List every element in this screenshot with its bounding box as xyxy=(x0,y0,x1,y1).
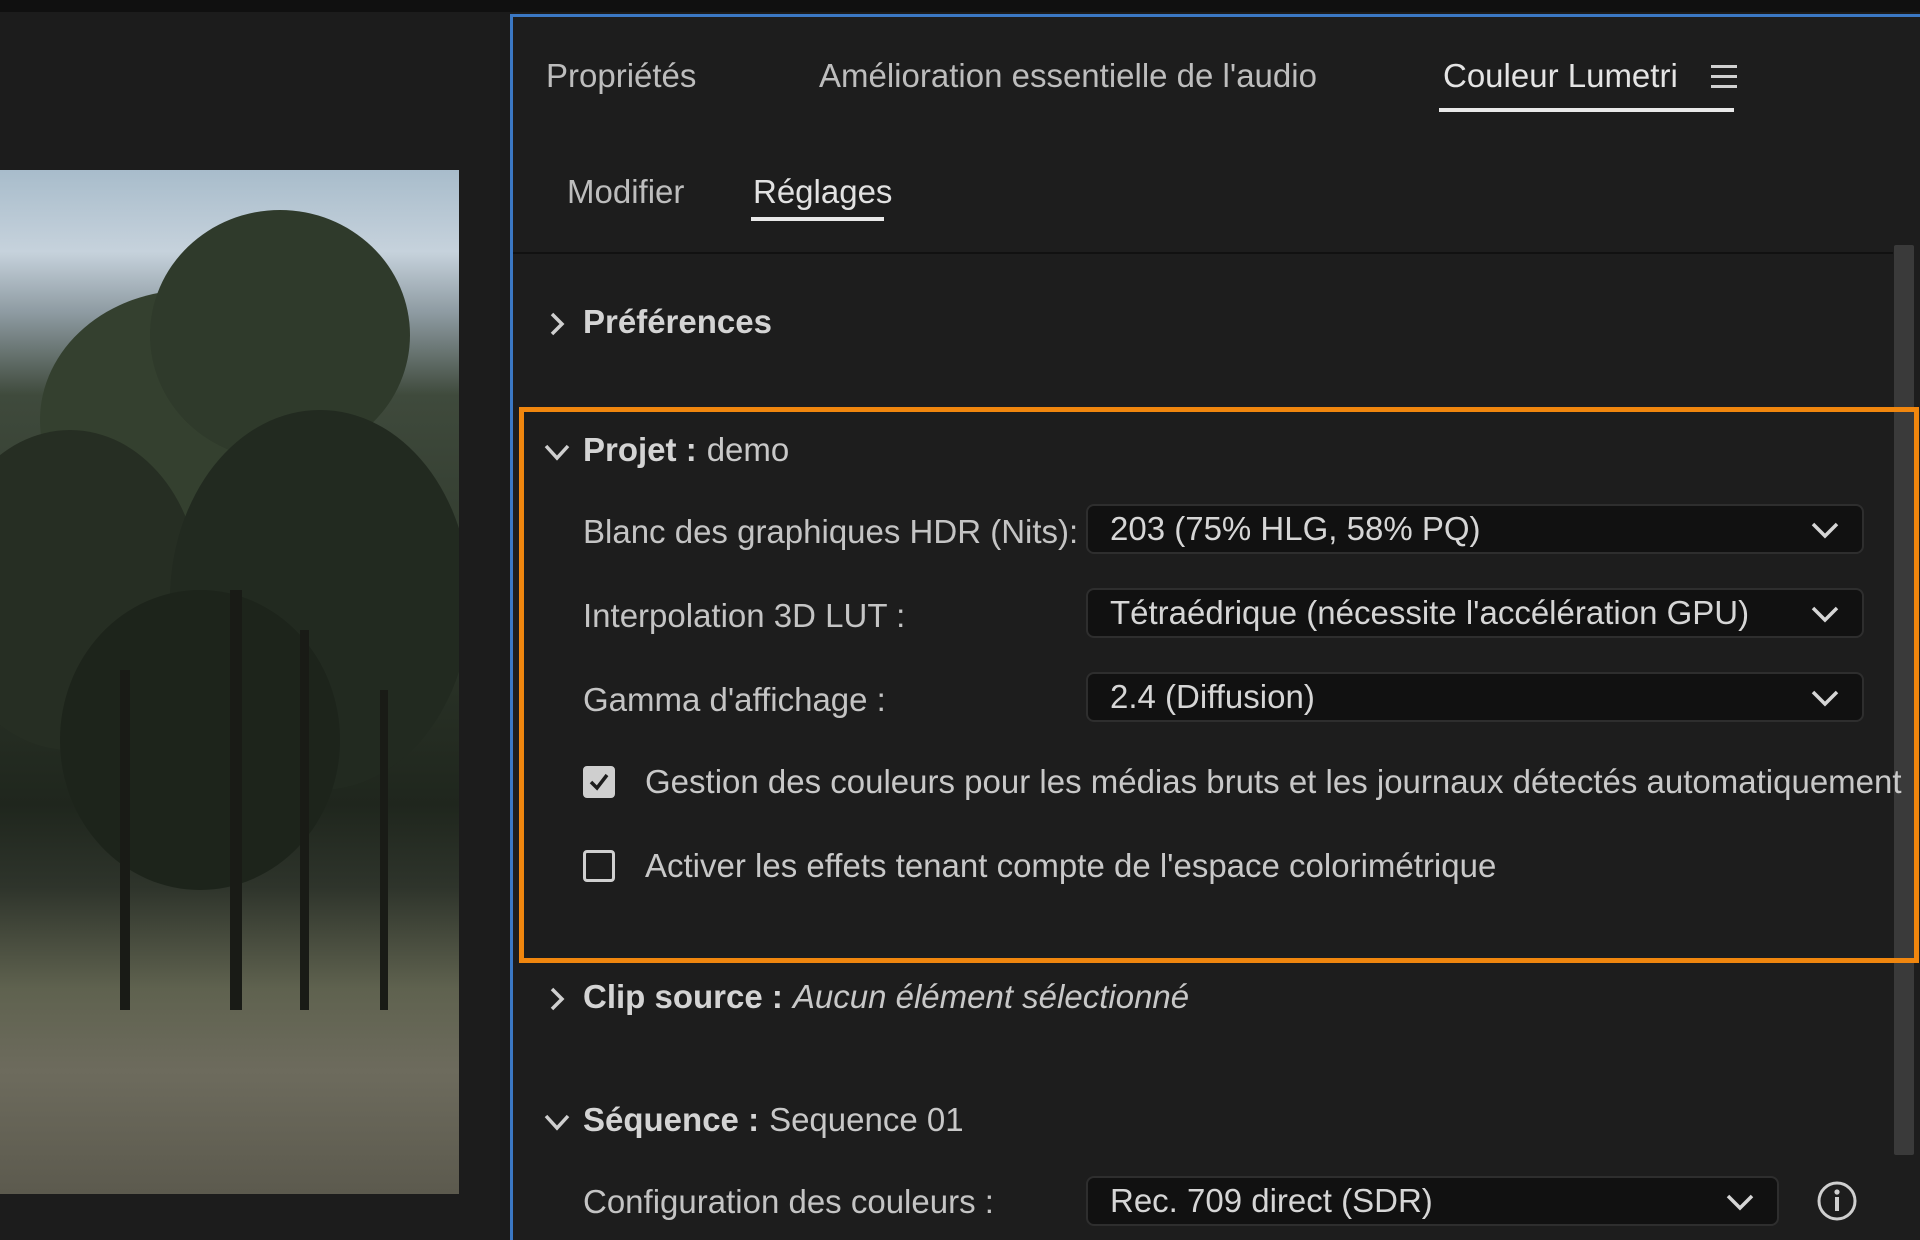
tab-proprietes[interactable]: Propriétés xyxy=(546,57,696,95)
section-sequence-title: Séquence : xyxy=(583,1101,760,1138)
checkmark-icon xyxy=(589,773,609,791)
subtab-modifier[interactable]: Modifier xyxy=(567,173,684,211)
section-preferences-title: Préférences xyxy=(583,303,772,340)
active-tab-underline xyxy=(1439,108,1734,112)
section-preferences[interactable]: Préférences xyxy=(543,303,772,341)
chevron-down-icon xyxy=(1726,1194,1754,1211)
tab-couleur-lumetri[interactable]: Couleur Lumetri xyxy=(1443,57,1678,95)
program-monitor xyxy=(0,12,500,1240)
chevron-down-icon xyxy=(543,1106,571,1134)
chevron-right-icon xyxy=(543,308,571,336)
hdr-white-dropdown[interactable]: 203 (75% HLG, 58% PQ) xyxy=(1086,504,1864,554)
color-config-value: Rec. 709 direct (SDR) xyxy=(1110,1182,1433,1219)
top-bar xyxy=(0,0,1920,12)
color-aware-label: Activer les effets tenant compte de l'es… xyxy=(645,847,1497,884)
section-sequence[interactable]: Séquence : Sequence 01 xyxy=(543,1101,964,1139)
tab-amelioration-audio[interactable]: Amélioration essentielle de l'audio xyxy=(819,57,1317,95)
section-project-name: demo xyxy=(706,431,790,468)
info-icon[interactable] xyxy=(1816,1180,1858,1222)
gamma-label: Gamma d'affichage : xyxy=(583,681,886,718)
color-config-dropdown[interactable]: Rec. 709 direct (SDR) xyxy=(1086,1176,1779,1226)
divider xyxy=(513,252,1893,254)
chevron-down-icon xyxy=(1811,690,1839,707)
lumetri-color-panel: Propriétés Amélioration essentielle de l… xyxy=(510,14,1920,1240)
gamma-dropdown[interactable]: 2.4 (Diffusion) xyxy=(1086,672,1864,722)
section-project-title: Projet : xyxy=(583,431,697,468)
hdr-white-value: 203 (75% HLG, 58% PQ) xyxy=(1110,510,1481,547)
section-project[interactable]: Projet : demo xyxy=(543,431,789,469)
auto-color-management-option[interactable]: Gestion des couleurs pour les médias bru… xyxy=(583,763,1902,801)
chevron-down-icon xyxy=(543,436,571,464)
panel-tabs: Propriétés Amélioration essentielle de l… xyxy=(513,17,1920,117)
auto-color-checkbox[interactable] xyxy=(583,766,615,798)
chevron-down-icon xyxy=(1811,606,1839,623)
section-sequence-name: Sequence 01 xyxy=(769,1101,964,1138)
hamburger-menu-icon[interactable] xyxy=(1711,65,1737,88)
color-config-label: Configuration des couleurs : xyxy=(583,1183,994,1220)
auto-color-label: Gestion des couleurs pour les médias bru… xyxy=(645,763,1902,800)
subtab-reglages[interactable]: Réglages xyxy=(753,173,892,211)
section-clip-source-title: Clip source : xyxy=(583,978,783,1015)
hdr-white-label: Blanc des graphiques HDR (Nits): xyxy=(583,513,1079,550)
chevron-right-icon xyxy=(543,983,571,1011)
section-clip-source-value: Aucun élément sélectionné xyxy=(792,978,1190,1015)
lut-interp-dropdown[interactable]: Tétraédrique (nécessite l'accélération G… xyxy=(1086,588,1864,638)
lut-interp-value: Tétraédrique (nécessite l'accélération G… xyxy=(1110,594,1750,631)
gamma-value: 2.4 (Diffusion) xyxy=(1110,678,1315,715)
color-aware-checkbox[interactable] xyxy=(583,850,615,882)
video-preview xyxy=(0,170,459,1194)
active-subtab-underline xyxy=(751,217,884,221)
section-clip-source[interactable]: Clip source : Aucun élément sélectionné xyxy=(543,978,1189,1016)
color-aware-effects-option[interactable]: Activer les effets tenant compte de l'es… xyxy=(583,847,1496,885)
lut-interp-label: Interpolation 3D LUT : xyxy=(583,597,906,634)
chevron-down-icon xyxy=(1811,522,1839,539)
